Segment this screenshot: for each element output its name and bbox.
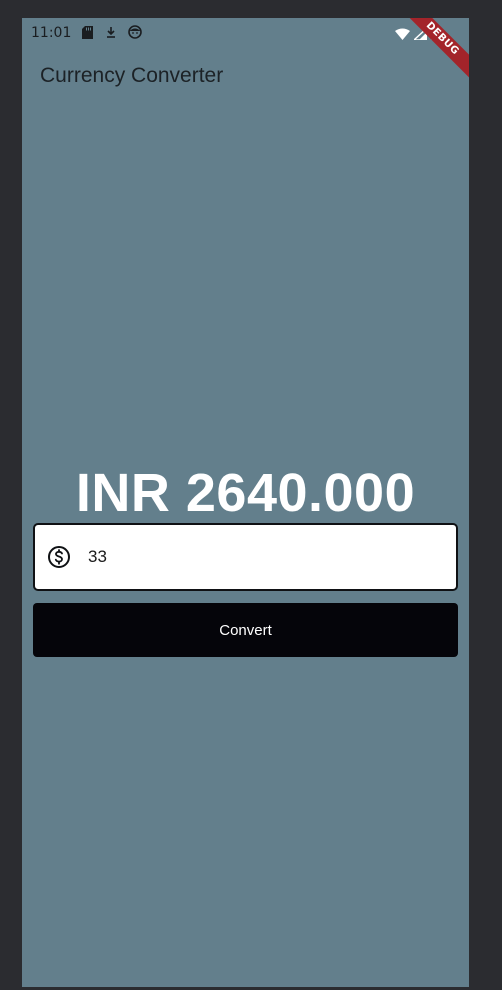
app-bar-title: Currency Converter xyxy=(40,64,224,87)
status-time: 11:01 xyxy=(31,25,72,41)
wifi-icon xyxy=(395,25,410,44)
monetization-icon xyxy=(47,545,71,569)
face-icon xyxy=(128,25,142,39)
phone-screen: 11:01 DEBUG Currency Converter INR 2640.… xyxy=(22,18,469,987)
convert-button[interactable]: Convert xyxy=(33,603,458,657)
conversion-result: INR 2640.000 xyxy=(75,463,416,523)
download-icon xyxy=(104,25,118,39)
status-bar: 11:01 xyxy=(22,18,469,48)
amount-input-container[interactable] xyxy=(33,523,458,591)
amount-input[interactable] xyxy=(86,546,410,568)
sd-card-icon xyxy=(80,25,94,39)
emulator-frame-top xyxy=(0,0,502,18)
status-icons-left xyxy=(80,25,142,39)
